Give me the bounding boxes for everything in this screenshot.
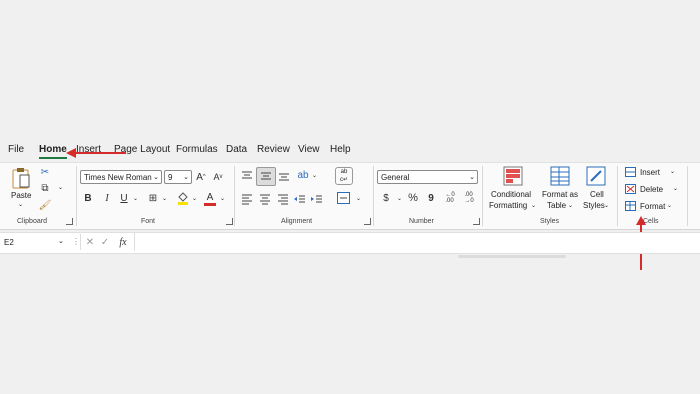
resize-handle[interactable]: [458, 255, 566, 258]
arrowhead-left-icon: [66, 148, 76, 158]
tab-view[interactable]: View: [298, 144, 320, 155]
conditional-formatting-icon[interactable]: [503, 166, 523, 186]
format-as-table-icon[interactable]: [550, 166, 570, 186]
fill-color-dropdown-icon[interactable]: ⌄: [192, 195, 197, 202]
orientation-dropdown-icon[interactable]: ⌄: [312, 172, 317, 179]
font-size-value: 9: [168, 173, 173, 182]
copy-icon[interactable]: ⧉: [39, 182, 51, 194]
insert-function-icon[interactable]: fx: [116, 235, 130, 249]
styles-group-label: Styles: [540, 218, 560, 225]
font-launcher-icon[interactable]: [226, 218, 233, 225]
borders-dropdown-icon[interactable]: ⌄: [162, 195, 167, 202]
underline-button[interactable]: U: [119, 192, 129, 204]
format-as-table-label[interactable]: Table: [547, 201, 566, 210]
increase-indent-icon[interactable]: [311, 193, 323, 205]
delete-cells-icon[interactable]: [625, 184, 636, 194]
increase-decimal-icon[interactable]: ←0.00: [443, 191, 457, 205]
tab-file[interactable]: File: [8, 144, 24, 155]
tab-data[interactable]: Data: [226, 144, 247, 155]
copy-dropdown-icon[interactable]: ⌄: [58, 184, 63, 191]
arrowhead-up-icon: [636, 216, 646, 225]
name-box-dropdown-icon[interactable]: ⌄: [58, 237, 64, 245]
format-as-table-dropdown-icon[interactable]: ⌄: [568, 202, 573, 209]
percent-button[interactable]: %: [407, 192, 419, 204]
delete-dropdown-icon[interactable]: ⌄: [673, 185, 678, 192]
number-format-dropdown[interactable]: General ⌄: [377, 170, 478, 184]
align-middle-icon: [261, 172, 271, 180]
align-left-icon[interactable]: [241, 193, 253, 205]
align-middle-button[interactable]: [256, 167, 276, 186]
font-name-dropdown[interactable]: Times New Roman ⌄: [80, 170, 162, 184]
align-right-icon[interactable]: [277, 193, 289, 205]
clipboard-launcher-icon[interactable]: [66, 218, 73, 225]
increase-font-icon[interactable]: A ^: [195, 170, 207, 184]
annotation-arrow-home: [74, 152, 126, 154]
fill-color-icon[interactable]: [177, 191, 189, 205]
ribbon-tabs: File Home Insert Page Layout Formulas Da…: [0, 140, 700, 162]
format-dropdown-icon[interactable]: ⌄: [667, 202, 672, 209]
insert-dropdown-icon[interactable]: ⌄: [670, 168, 675, 175]
format-cells-icon[interactable]: [625, 201, 636, 211]
number-group-label: Number: [409, 218, 434, 225]
paste-icon[interactable]: [12, 167, 30, 189]
underline-dropdown-icon[interactable]: ⌄: [133, 195, 138, 202]
paste-dropdown-icon[interactable]: ⌄: [18, 201, 23, 208]
insert-label[interactable]: Insert: [640, 168, 660, 177]
bold-button[interactable]: B: [83, 192, 93, 204]
insert-cells-icon[interactable]: [625, 167, 636, 177]
align-top-icon[interactable]: [241, 170, 253, 182]
cell-styles-dropdown-icon[interactable]: ⌄: [604, 202, 609, 209]
name-box[interactable]: E2: [4, 238, 14, 247]
align-bottom-icon[interactable]: [278, 170, 290, 182]
cell-styles-label[interactable]: Styles: [583, 201, 605, 210]
font-color-dropdown-icon[interactable]: ⌄: [220, 195, 225, 202]
currency-button[interactable]: $: [381, 192, 391, 204]
cell-label[interactable]: Cell: [590, 190, 604, 199]
clipboard-group-label: Clipboard: [17, 218, 47, 225]
enter-icon[interactable]: ✓: [100, 236, 110, 248]
cut-icon[interactable]: ✂: [39, 166, 51, 178]
alignment-launcher-icon[interactable]: [364, 218, 371, 225]
cancel-icon[interactable]: ✕: [85, 236, 95, 248]
borders-icon[interactable]: ⊞: [147, 192, 159, 204]
paste-label[interactable]: Paste: [11, 191, 31, 200]
format-painter-icon[interactable]: 🖌: [39, 199, 52, 211]
decrease-indent-icon[interactable]: [294, 193, 306, 205]
font-color-icon[interactable]: A: [204, 191, 216, 206]
italic-button[interactable]: I: [102, 192, 112, 204]
format-label[interactable]: Format: [640, 202, 665, 211]
comma-style-button[interactable]: 9: [426, 192, 436, 204]
formula-input[interactable]: [134, 233, 700, 251]
delete-label[interactable]: Delete: [640, 185, 663, 194]
merge-dropdown-icon[interactable]: ⌄: [356, 195, 361, 202]
font-size-dropdown[interactable]: 9 ⌄: [164, 170, 192, 184]
wrap-text-icon[interactable]: ab c↵: [335, 167, 353, 185]
font-group-label: Font: [141, 218, 156, 225]
tab-formulas[interactable]: Formulas: [176, 144, 218, 155]
conditional-label[interactable]: Conditional: [491, 190, 531, 199]
number-launcher-icon[interactable]: [473, 218, 480, 225]
orientation-icon[interactable]: ab: [296, 168, 310, 182]
alignment-group-label: Alignment: [281, 218, 313, 225]
format-as-label[interactable]: Format as: [542, 190, 578, 199]
tab-help[interactable]: Help: [330, 144, 351, 155]
decrease-font-icon[interactable]: Av: [212, 170, 224, 184]
tab-review[interactable]: Review: [257, 144, 290, 155]
conditional-dropdown-icon[interactable]: ⌄: [531, 202, 536, 209]
tab-home[interactable]: Home: [39, 144, 67, 159]
font-name-value: Times New Roman: [84, 173, 152, 182]
conditional-formatting-label[interactable]: Formatting: [489, 201, 527, 210]
merge-center-icon[interactable]: [337, 192, 350, 204]
currency-dropdown-icon[interactable]: ⌄: [397, 195, 402, 202]
decrease-decimal-icon[interactable]: .00 →0: [462, 191, 476, 205]
align-center-icon[interactable]: [259, 193, 271, 205]
more-options-icon[interactable]: ⋮: [72, 237, 80, 246]
cell-styles-icon[interactable]: [586, 166, 606, 186]
number-format-value: General: [381, 173, 410, 182]
